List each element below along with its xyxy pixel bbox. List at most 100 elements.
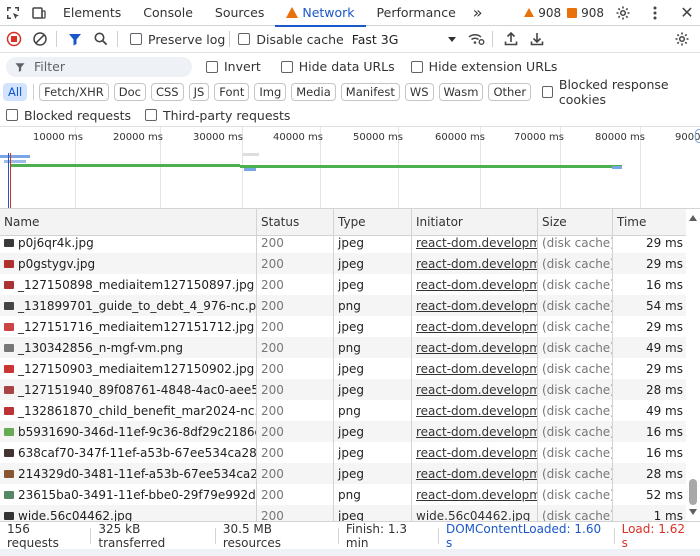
request-name-cell[interactable]: _131899701_guide_to_debt_4_976-nc.png <box>0 295 257 316</box>
type-filter-css[interactable]: CSS <box>150 83 184 101</box>
tab-console[interactable]: Console <box>132 0 204 26</box>
tab-performance[interactable]: Performance <box>366 0 467 26</box>
record-stop-icon[interactable] <box>2 27 26 51</box>
checkbox-box[interactable] <box>130 33 142 45</box>
scroll-down-arrow-icon[interactable] <box>689 509 697 515</box>
initiator-link[interactable]: react-dom.developmer <box>412 253 538 274</box>
table-row[interactable]: _127150898_mediaitem127150897.jpg 200 jpeg… <box>0 274 686 295</box>
initiator-link[interactable]: react-dom.developmer <box>412 274 538 295</box>
type-filter-manifest[interactable]: Manifest <box>340 83 400 101</box>
table-row[interactable]: b5931690-346d-11ef-9c36-8df29c2186c... 20… <box>0 421 686 442</box>
blocked-response-cookies-checkbox[interactable]: Blocked response cookies <box>542 77 700 107</box>
type-filter-font[interactable]: Font <box>214 83 250 101</box>
type-filter-media[interactable]: Media <box>291 83 336 101</box>
table-row[interactable]: p0gstygv.jpg 200jpegreact-dom.developmer(… <box>0 253 686 274</box>
table-row[interactable]: _130342856_n-mgf-vm.png 200 png react-dom.d… <box>0 337 686 358</box>
blocked-requests-checkbox[interactable]: Blocked requests <box>6 108 131 123</box>
hide-data-urls-checkbox[interactable]: Hide data URLs <box>280 59 395 74</box>
initiator-link[interactable]: react-dom.developmer <box>412 358 538 379</box>
network-settings-gear-icon[interactable] <box>670 27 694 51</box>
initiator-link[interactable]: react-dom.developmer <box>412 442 538 463</box>
request-name-cell[interactable]: p0gstygv.jpg <box>0 253 257 274</box>
network-overview-timeline[interactable]: 10000 ms 20000 ms 30000 ms 40000 ms 5000… <box>0 127 700 209</box>
table-row[interactable]: _127150903_mediaitem127150902.jpg 200 jpeg… <box>0 358 686 379</box>
table-row[interactable]: 214329d0-3481-11ef-a53b-67ee534ca28... 20… <box>0 463 686 484</box>
type-filter-ws[interactable]: WS <box>404 83 434 101</box>
initiator-link[interactable]: react-dom.developmer <box>412 463 538 484</box>
checkbox-box[interactable] <box>206 60 218 73</box>
tab-elements[interactable]: Elements <box>52 0 132 26</box>
request-name-cell[interactable]: _130342856_n-mgf-vm.png <box>0 337 257 358</box>
request-name-cell[interactable]: 214329d0-3481-11ef-a53b-67ee534ca28... <box>0 463 257 484</box>
close-icon[interactable]: ✕ <box>674 0 700 26</box>
type-filter-img[interactable]: Img <box>254 83 287 101</box>
invert-checkbox[interactable]: Invert <box>206 59 261 74</box>
inspect-element-icon[interactable] <box>0 0 26 26</box>
request-name-cell[interactable]: _127151716_mediaitem127151712.jpg <box>0 316 257 337</box>
type-filter-doc[interactable]: Doc <box>113 83 146 101</box>
search-icon[interactable] <box>89 27 113 51</box>
table-row[interactable]: p0j6qr4k.jpg 200jpegreact-dom.developmer(… <box>0 232 686 253</box>
initiator-link[interactable]: react-dom.developmer <box>412 316 538 337</box>
type-filter-js[interactable]: JS <box>188 83 210 101</box>
initiator-link[interactable]: react-dom.developmer <box>412 421 538 442</box>
preserve-log-checkbox[interactable]: Preserve log <box>130 32 225 47</box>
issues-counter[interactable]: 908 <box>567 6 604 20</box>
table-row[interactable]: _132861870_child_benefit_mar2024-nc.p...… <box>0 400 686 421</box>
tab-sources[interactable]: Sources <box>204 0 275 26</box>
device-toolbar-icon[interactable] <box>26 0 52 26</box>
table-row[interactable]: wide.56c04462.jpg 200 jpeg wide.56c04462.jp… <box>0 505 686 521</box>
table-row[interactable]: _131899701_guide_to_debt_4_976-nc.png 200… <box>0 295 686 316</box>
table-row[interactable]: _127151940_89f08761-4848-4ac0-aee5-f... 2… <box>0 379 686 400</box>
filter-input[interactable]: Filter <box>6 56 192 77</box>
checkbox-box[interactable] <box>238 33 251 45</box>
initiator-link[interactable]: react-dom.developmer <box>412 337 538 358</box>
request-name-cell[interactable]: p0j6qr4k.jpg <box>0 232 257 253</box>
initiator-link[interactable]: react-dom.developmer <box>412 400 538 421</box>
request-name-cell[interactable]: 638caf70-347f-11ef-a53b-67ee534ca28a... <box>0 442 257 463</box>
filter-funnel-icon[interactable] <box>63 27 87 51</box>
more-tabs-chevron-icon[interactable]: » <box>467 0 489 26</box>
checkbox-box[interactable] <box>145 109 157 121</box>
disable-cache-checkbox[interactable]: Disable cache <box>238 32 344 47</box>
request-name-cell[interactable]: _127151940_89f08761-4848-4ac0-aee5-f... <box>0 379 257 400</box>
hide-extension-urls-checkbox[interactable]: Hide extension URLs <box>410 59 557 74</box>
type-filter-other[interactable]: Other <box>488 83 532 101</box>
request-name-cell[interactable]: wide.56c04462.jpg <box>0 505 257 521</box>
warnings-counter[interactable]: 908 <box>524 6 561 20</box>
scroll-up-arrow-icon[interactable] <box>689 215 697 221</box>
tab-network[interactable]: Network <box>275 0 366 27</box>
checkbox-box[interactable] <box>280 60 293 73</box>
initiator-link[interactable]: react-dom.developmer <box>412 295 538 316</box>
type-filter-wasm[interactable]: Wasm <box>438 83 484 101</box>
table-row[interactable]: 23615ba0-3491-11ef-bbe0-29f79e992dd... 20… <box>0 484 686 505</box>
settings-gear-icon[interactable] <box>610 0 636 26</box>
initiator-link[interactable]: wide.56c04462.jpg <box>412 505 538 521</box>
table-row[interactable]: 638caf70-347f-11ef-a53b-67ee534ca28a... 2… <box>0 442 686 463</box>
more-options-icon[interactable] <box>642 0 668 26</box>
checkbox-box[interactable] <box>542 86 553 98</box>
request-name-cell[interactable]: _127150898_mediaitem127150897.jpg <box>0 274 257 295</box>
scrollbar-thumb[interactable] <box>689 479 697 505</box>
checkbox-box[interactable] <box>410 60 423 73</box>
request-name-cell[interactable]: _132861870_child_benefit_mar2024-nc.p... <box>0 400 257 421</box>
request-name-cell[interactable]: 23615ba0-3491-11ef-bbe0-29f79e992dd... <box>0 484 257 505</box>
request-name-cell[interactable]: _127150903_mediaitem127150902.jpg <box>0 358 257 379</box>
table-scrollbar[interactable] <box>686 209 700 521</box>
initiator-link[interactable]: react-dom.developmer <box>412 484 538 505</box>
checkbox-box[interactable] <box>6 109 18 121</box>
table-row[interactable]: _127151716_mediaitem127151712.jpg 200 jpeg… <box>0 316 686 337</box>
clear-icon[interactable] <box>28 27 52 51</box>
import-har-icon[interactable] <box>499 27 523 51</box>
throttling-select[interactable]: Fast 3G <box>352 32 456 47</box>
type-filter-all[interactable]: All <box>3 83 28 101</box>
network-conditions-icon[interactable] <box>464 27 488 51</box>
initiator-link[interactable]: react-dom.developmer <box>412 232 538 253</box>
request-name-cell[interactable]: b5931690-346d-11ef-9c36-8df29c2186c... <box>0 421 257 442</box>
initiator-link[interactable]: react-dom.developmer <box>412 379 538 400</box>
toolbar-divider <box>33 84 35 100</box>
third-party-requests-checkbox[interactable]: Third-party requests <box>145 108 290 123</box>
export-har-icon[interactable] <box>525 27 549 51</box>
type-filter-fetch-xhr[interactable]: Fetch/XHR <box>39 83 109 101</box>
overview-handle[interactable] <box>695 129 700 143</box>
